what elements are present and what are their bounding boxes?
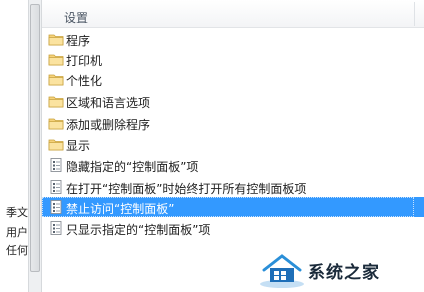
policy-setting-icon (50, 158, 62, 172)
house-logo-icon (260, 254, 304, 288)
folder-icon (48, 34, 64, 46)
list-item-setting[interactable]: 隐藏指定的“控制面板”项 (42, 155, 424, 175)
policy-setting-icon (50, 180, 62, 194)
list-item-folder[interactable]: 区域和语言选项 (42, 91, 424, 111)
list-item-label: 个性化 (66, 74, 103, 88)
list-item-folder[interactable]: 添加或删除程序 (42, 113, 424, 133)
left-pane-text-3: 任何 (6, 244, 28, 257)
list-item-label: 区域和语言选项 (66, 96, 151, 110)
list-item-setting[interactable]: 只显示指定的“控制面板”项 (42, 218, 424, 238)
list-item-folder[interactable]: 个性化 (42, 69, 424, 89)
folder-icon (48, 54, 64, 66)
column-header-label: 设置 (64, 11, 89, 25)
list-item-label: 程序 (66, 34, 91, 48)
list-item-label: 只显示指定的“控制面板”项 (66, 223, 211, 237)
policy-setting-icon (50, 221, 62, 235)
left-pane-scrollbar-thumb[interactable] (30, 4, 40, 272)
list-item-label: 显示 (66, 139, 91, 153)
folder-icon (48, 96, 64, 108)
left-pane: 季文 用户 任何 (0, 0, 28, 292)
list-item-folder[interactable]: 打印机 (42, 49, 424, 69)
left-pane-text-2: 用户 (6, 226, 28, 239)
folder-icon (48, 118, 64, 130)
left-pane-text-1: 季文 (6, 206, 28, 219)
watermark: 系统之家 (258, 250, 424, 292)
folder-icon (48, 139, 64, 151)
list-item-label: 打印机 (66, 54, 103, 68)
folder-icon (48, 74, 64, 86)
left-pane-scrollbar[interactable] (28, 0, 42, 292)
column-header-divider (414, 2, 415, 26)
list-item-label: 在打开“控制面板”时始终打开所有控制面板项 (66, 182, 307, 196)
watermark-text: 系统之家 (308, 263, 380, 283)
policy-setting-icon (50, 200, 62, 214)
list-item-label: 禁止访问“控制面板” (66, 202, 175, 216)
column-header[interactable]: 设置 (42, 0, 424, 28)
list-item-label: 隐藏指定的“控制面板”项 (66, 160, 199, 174)
list-item-folder[interactable]: 显示 (42, 134, 424, 154)
list-item-folder[interactable]: 程序 (42, 29, 424, 49)
list-item-setting[interactable]: 在打开“控制面板”时始终打开所有控制面板项 (42, 177, 424, 197)
settings-list: 设置 程序 打印机 个性化 区域和语言选项 添加或删除程序 显示 隐藏指定的“控… (42, 0, 424, 292)
list-item-setting-selected[interactable]: 禁止访问“控制面板” (42, 197, 424, 217)
list-item-label: 添加或删除程序 (66, 118, 151, 132)
